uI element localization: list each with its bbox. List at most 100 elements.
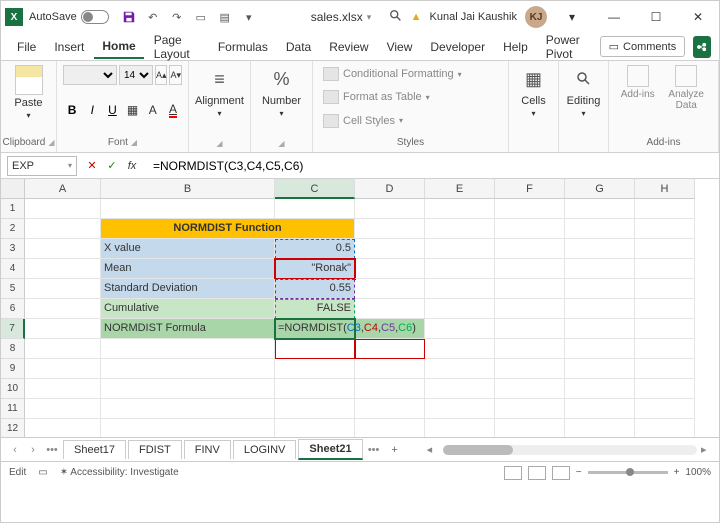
tab-view[interactable]: View <box>379 36 421 58</box>
cell[interactable] <box>275 359 355 379</box>
sheet-tab[interactable]: Sheet21 <box>298 439 362 460</box>
cell-c6[interactable]: FALSE <box>275 299 355 319</box>
col-header-g[interactable]: G <box>565 179 635 199</box>
underline-button[interactable]: U <box>103 100 121 120</box>
autosave-toggle[interactable] <box>81 10 109 24</box>
ribbon-display-icon[interactable]: ▾ <box>555 3 589 31</box>
cell[interactable] <box>495 339 565 359</box>
view-page-break-icon[interactable] <box>552 466 570 480</box>
zoom-slider[interactable] <box>588 471 668 474</box>
cell[interactable] <box>425 359 495 379</box>
dialog-launcher-icon[interactable]: ◢ <box>216 139 222 148</box>
tab-file[interactable]: File <box>9 36 44 58</box>
row-header[interactable]: 2 <box>1 219 25 239</box>
cell[interactable] <box>565 399 635 419</box>
alignment-button[interactable]: ≡ Alignment ▾ <box>195 65 244 118</box>
cell[interactable] <box>425 279 495 299</box>
cell[interactable] <box>25 299 101 319</box>
row-header[interactable]: 3 <box>1 239 25 259</box>
cell[interactable] <box>635 239 695 259</box>
scroll-track[interactable] <box>443 445 697 455</box>
row-header[interactable]: 10 <box>1 379 25 399</box>
cell[interactable] <box>635 379 695 399</box>
cell[interactable] <box>565 379 635 399</box>
grid-area[interactable]: A B C D E F G H 1 2 3 4 5 6 7 8 9 10 11 … <box>1 179 719 437</box>
cell[interactable] <box>425 199 495 219</box>
cell[interactable] <box>495 299 565 319</box>
cell[interactable] <box>495 259 565 279</box>
row-header[interactable]: 1 <box>1 199 25 219</box>
row-header[interactable]: 12 <box>1 419 25 437</box>
cell[interactable]: Mean <box>101 259 275 279</box>
comments-button[interactable]: ▭ Comments <box>600 36 686 57</box>
macro-icon[interactable]: ▭ <box>38 467 47 478</box>
minimize-button[interactable]: — <box>597 3 631 31</box>
cell[interactable] <box>635 279 695 299</box>
cell[interactable] <box>355 399 425 419</box>
cell[interactable] <box>355 199 425 219</box>
format-as-table-button[interactable]: Format as Table▾ <box>319 88 502 106</box>
cell[interactable] <box>565 239 635 259</box>
cell-c3[interactable]: 0.5 <box>275 239 355 259</box>
cell[interactable] <box>25 399 101 419</box>
col-header-h[interactable]: H <box>635 179 695 199</box>
fx-icon[interactable]: fx <box>123 157 141 175</box>
sheet-tab[interactable]: LOGINV <box>233 440 297 459</box>
col-header-d[interactable]: D <box>355 179 425 199</box>
cell[interactable] <box>425 319 495 339</box>
add-sheet-button[interactable]: + <box>385 444 405 456</box>
sheet-tab[interactable]: Sheet17 <box>63 440 126 459</box>
cell[interactable] <box>565 219 635 239</box>
cell[interactable] <box>495 399 565 419</box>
col-header-e[interactable]: E <box>425 179 495 199</box>
cell[interactable]: Standard Deviation <box>101 279 275 299</box>
tab-formulas[interactable]: Formulas <box>210 36 276 58</box>
number-button[interactable]: % Number ▾ <box>257 65 306 118</box>
cell[interactable] <box>25 239 101 259</box>
cell[interactable] <box>565 259 635 279</box>
cell[interactable] <box>275 199 355 219</box>
cell[interactable] <box>355 239 425 259</box>
share-button[interactable] <box>693 36 711 58</box>
tab-review[interactable]: Review <box>321 36 376 58</box>
cell[interactable] <box>101 379 275 399</box>
tab-home[interactable]: Home <box>94 35 143 59</box>
cell[interactable] <box>495 419 565 437</box>
tab-developer[interactable]: Developer <box>422 36 493 58</box>
autosave-control[interactable]: AutoSave <box>29 10 109 24</box>
user-avatar[interactable]: KJ <box>525 6 547 28</box>
cell[interactable] <box>101 419 275 437</box>
col-header-f[interactable]: F <box>495 179 565 199</box>
cell[interactable] <box>425 379 495 399</box>
cell[interactable] <box>101 359 275 379</box>
maximize-button[interactable]: ☐ <box>639 3 673 31</box>
paste-button[interactable]: Paste ▾ <box>7 65 50 120</box>
cell[interactable] <box>425 299 495 319</box>
cell[interactable] <box>355 379 425 399</box>
cell[interactable] <box>495 239 565 259</box>
cell[interactable] <box>25 259 101 279</box>
tab-help[interactable]: Help <box>495 36 536 58</box>
cell[interactable] <box>355 419 425 437</box>
sheet-nav-next-icon[interactable]: › <box>25 444 41 456</box>
warning-icon[interactable]: ▲ <box>411 11 422 23</box>
horizontal-scrollbar[interactable]: ◂ ▸ <box>427 443 713 456</box>
cell[interactable] <box>101 339 275 359</box>
tab-insert[interactable]: Insert <box>46 36 92 58</box>
analyze-data-button[interactable]: Analyze Data <box>666 65 706 135</box>
cell[interactable] <box>101 199 275 219</box>
font-color-icon[interactable]: A <box>164 100 182 120</box>
fill-color-icon[interactable]: A <box>144 100 162 120</box>
increase-font-icon[interactable]: A▴ <box>155 65 168 85</box>
sheet-tab[interactable]: FINV <box>184 440 231 459</box>
scroll-thumb[interactable] <box>443 445 513 455</box>
cell[interactable] <box>565 339 635 359</box>
cell[interactable] <box>25 219 101 239</box>
row-header[interactable]: 6 <box>1 299 25 319</box>
cell[interactable] <box>25 379 101 399</box>
cell[interactable] <box>565 299 635 319</box>
cell[interactable] <box>275 339 355 359</box>
border-icon[interactable]: ▦ <box>124 100 142 120</box>
enter-button[interactable]: ✓ <box>103 157 121 175</box>
cell[interactable] <box>25 419 101 437</box>
